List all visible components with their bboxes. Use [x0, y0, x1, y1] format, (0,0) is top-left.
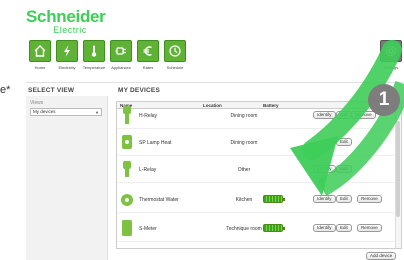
device-location: Dining room: [230, 113, 258, 119]
lamp-icon: [122, 135, 132, 149]
gear-icon: [380, 40, 402, 62]
battery-indicator: [263, 224, 285, 232]
lightning-icon: [56, 40, 78, 62]
euro-icon: [137, 40, 159, 62]
select-view-panel: Views My devices ▼: [26, 96, 108, 260]
devices-table: Name Location Battery H-Relay Dining roo…: [116, 101, 402, 249]
nav-label: Rates: [142, 65, 154, 70]
schneider-logo: Schneider Electric: [26, 7, 106, 35]
table-row[interactable]: L-Relay Other Identify Edit: [117, 157, 401, 183]
meter-icon: [122, 220, 132, 236]
table-row[interactable]: SP Lamp Heat Dining room Edit: [117, 130, 401, 156]
views-selected-value: My devices: [33, 109, 56, 114]
home-icon: [29, 40, 51, 62]
chevron-down-icon: ▼: [95, 110, 99, 115]
table-row[interactable]: H-Relay Dining room Identify Edit Remove: [117, 103, 401, 129]
thermometer-icon: [83, 40, 105, 62]
nav-label: Appliances: [111, 65, 131, 70]
plug-icon: [110, 40, 132, 62]
nav-settings[interactable]: Settings: [379, 40, 403, 70]
divider: [26, 82, 404, 83]
remove-button[interactable]: Remove: [357, 195, 382, 203]
nav-schedule[interactable]: Schedule: [163, 40, 187, 70]
thermostat-icon: [121, 194, 133, 206]
nav-label: Temperature: [82, 65, 106, 70]
views-label: Views: [30, 100, 44, 106]
views-dropdown[interactable]: My devices ▼: [30, 108, 102, 116]
device-name: SP Lamp Heat: [139, 140, 172, 146]
cropped-edge-text: e*: [0, 84, 11, 96]
edit-button[interactable]: Edit: [336, 111, 352, 119]
relay-icon: [123, 161, 131, 177]
edit-button[interactable]: Edit: [336, 165, 352, 173]
logo-sub: Electric: [53, 25, 87, 35]
nav-appliances[interactable]: Appliances: [109, 40, 133, 70]
edit-button[interactable]: Edit: [336, 195, 352, 203]
nav-label: Home: [34, 65, 46, 70]
device-location: Dining room: [230, 140, 258, 146]
identify-button[interactable]: Identify: [313, 165, 336, 173]
edit-button[interactable]: Edit: [336, 224, 352, 232]
main-nav: Home Electricity Temperature Appliances …: [28, 40, 187, 70]
nav-rates[interactable]: Rates: [136, 40, 160, 70]
device-name: H-Relay: [139, 113, 158, 119]
table-row[interactable]: S-Meter Technique room Identify Edit Rem…: [117, 216, 401, 242]
nav-label: Schedule: [166, 65, 184, 70]
nav-temperature[interactable]: Temperature: [82, 40, 106, 70]
select-view-title: SELECT VIEW: [28, 87, 75, 94]
nav-label: Electricity: [58, 65, 76, 70]
my-devices-title: MY DEVICES: [118, 87, 160, 94]
device-name: S-Meter: [139, 226, 157, 232]
vertical-scrollbar[interactable]: [395, 109, 401, 248]
identify-button[interactable]: Identify: [313, 224, 336, 232]
identify-button[interactable]: Identify: [313, 195, 336, 203]
add-device-button[interactable]: Add device: [366, 252, 397, 260]
step-number-badge: 1: [368, 84, 400, 116]
device-name: L-Relay: [139, 167, 157, 173]
remove-button[interactable]: Remove: [351, 111, 376, 119]
identify-button[interactable]: Identify: [313, 111, 336, 119]
device-location: Other: [237, 167, 251, 173]
device-name: Thermostat Water: [139, 197, 179, 203]
nav-home[interactable]: Home: [28, 40, 52, 70]
table-row[interactable]: Thermostat Water Kitchen Identify Edit R…: [117, 187, 401, 213]
clock-icon: [164, 40, 186, 62]
nav-electricity[interactable]: Electricity: [55, 40, 79, 70]
nav-label: Settings: [383, 65, 399, 70]
edit-button[interactable]: Edit: [336, 138, 352, 146]
remove-button[interactable]: Remove: [357, 224, 382, 232]
battery-indicator: [263, 195, 285, 203]
relay-icon: [123, 106, 131, 124]
logo-brand: Schneider: [26, 7, 106, 26]
scroll-thumb[interactable]: [396, 121, 400, 217]
